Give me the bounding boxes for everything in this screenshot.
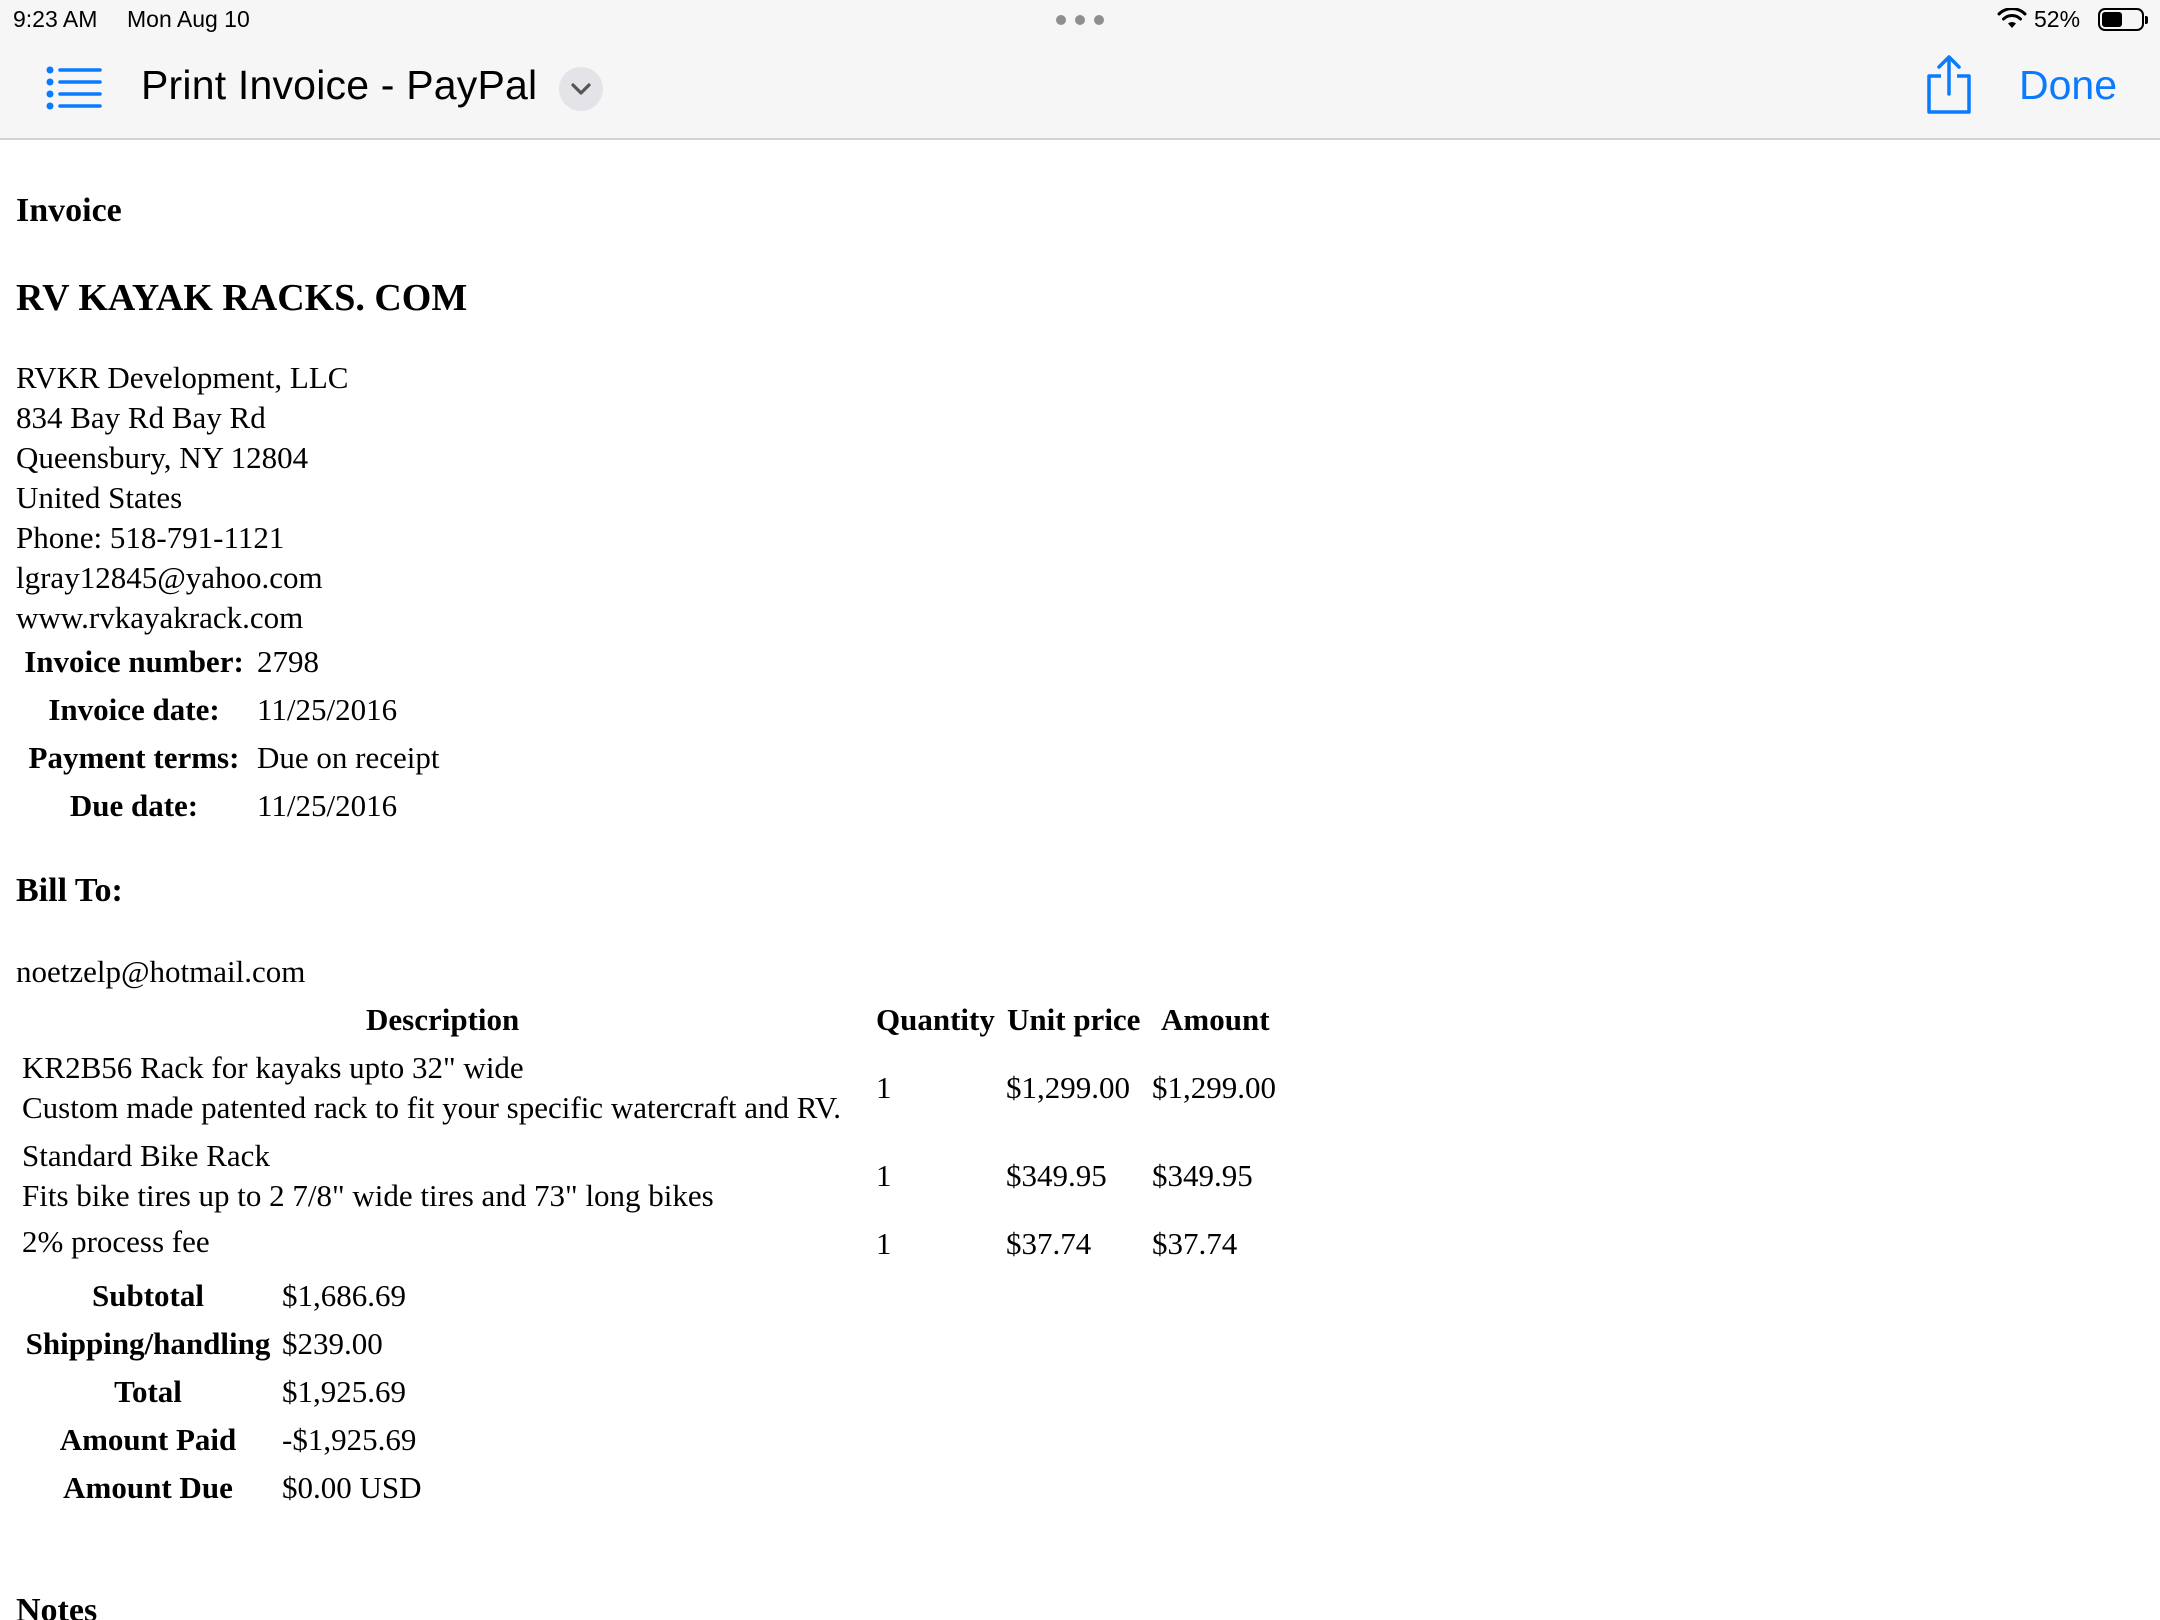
done-button[interactable]: Done — [2019, 62, 2117, 109]
item-unit-price: $349.95 — [1006, 1158, 1107, 1193]
address-line: Queensbury, NY 12804 — [16, 440, 309, 475]
payment-terms-label: Payment terms: — [28, 740, 240, 775]
title-menu-button[interactable] — [559, 67, 603, 111]
item-unit-price: $37.74 — [1006, 1226, 1092, 1261]
col-header-description: Description — [366, 1002, 520, 1037]
table-row-description: KR2B56 Rack for kayaks upto 32" wide Cus… — [22, 1048, 841, 1128]
col-header-unit-price: Unit price — [1007, 1002, 1141, 1037]
item-amount: $37.74 — [1152, 1226, 1238, 1261]
invoice-date-label: Invoice date: — [48, 692, 220, 727]
invoice-number-label: Invoice number: — [24, 644, 244, 679]
subtotal-value: $1,686.69 — [282, 1278, 406, 1313]
multitasking-dots-icon[interactable] — [1056, 15, 1104, 25]
total-value: $1,925.69 — [282, 1374, 406, 1409]
invoice-number-value: 2798 — [257, 644, 319, 679]
item-amount: $349.95 — [1152, 1158, 1253, 1193]
invoice-heading: Invoice — [16, 192, 122, 229]
status-time: 9:23 AM — [13, 6, 98, 32]
col-header-quantity: Quantity — [876, 1002, 995, 1037]
address-line: United States — [16, 480, 183, 515]
amount-due-label: Amount Due — [63, 1470, 233, 1505]
item-quantity: 1 — [876, 1070, 892, 1105]
shipping-value: $239.00 — [282, 1326, 383, 1361]
col-header-amount: Amount — [1161, 1002, 1270, 1037]
item-quantity: 1 — [876, 1158, 892, 1193]
chevron-down-icon — [571, 83, 591, 95]
page-title: Print Invoice - PayPal — [141, 62, 538, 108]
table-row-description: Standard Bike Rack Fits bike tires up to… — [22, 1136, 714, 1216]
item-unit-price: $1,299.00 — [1006, 1070, 1130, 1105]
item-amount: $1,299.00 — [1152, 1070, 1276, 1105]
address-line: lgray12845@yahoo.com — [16, 560, 323, 595]
address-line: 834 Bay Rd Bay Rd — [16, 400, 266, 435]
due-date-value: 11/25/2016 — [257, 788, 398, 823]
bill-to-heading: Bill To: — [16, 872, 123, 909]
shipping-label: Shipping/handling — [25, 1326, 271, 1361]
item-detail: Fits bike tires up to 2 7/8" wide tires … — [22, 1178, 714, 1213]
payment-terms-value: Due on receipt — [257, 740, 440, 775]
status-bar: 9:23 AM Mon Aug 10 52% — [0, 0, 2160, 40]
amount-due-value: $0.00 USD — [282, 1470, 422, 1505]
total-label: Total — [114, 1374, 182, 1409]
item-name: KR2B56 Rack for kayaks upto 32" wide — [22, 1050, 524, 1085]
bill-to-email: noetzelp@hotmail.com — [16, 954, 306, 989]
battery-icon — [2098, 8, 2144, 31]
subtotal-label: Subtotal — [92, 1278, 204, 1313]
item-quantity: 1 — [876, 1226, 892, 1261]
due-date-label: Due date: — [69, 788, 199, 823]
battery-tip — [2145, 16, 2148, 24]
invoice-date-value: 11/25/2016 — [257, 692, 398, 727]
app-chrome: 9:23 AM Mon Aug 10 52% Print Invoice - P… — [0, 0, 2160, 140]
company-name: RV KAYAK RACKS. COM — [16, 277, 468, 319]
amount-paid-label: Amount Paid — [59, 1422, 237, 1457]
address-line: Phone: 518-791-1121 — [16, 520, 285, 555]
list-icon[interactable] — [44, 64, 104, 110]
item-name: Standard Bike Rack — [22, 1138, 270, 1173]
item-name: 2% process fee — [22, 1224, 210, 1259]
invoice-document: Invoice RV KAYAK RACKS. COM RVKR Develop… — [0, 142, 2160, 1620]
battery-percent: 52% — [2034, 6, 2081, 32]
address-line: RVKR Development, LLC — [16, 360, 349, 395]
notes-heading: Notes — [16, 1592, 98, 1620]
wifi-icon — [1997, 8, 2027, 28]
item-detail: Custom made patented rack to fit your sp… — [22, 1090, 842, 1125]
status-date: Mon Aug 10 — [127, 6, 250, 32]
amount-paid-value: -$1,925.69 — [282, 1422, 417, 1457]
address-line: www.rvkayakrack.com — [16, 600, 304, 635]
share-icon[interactable] — [1924, 54, 1974, 116]
company-address: RVKR Development, LLC 834 Bay Rd Bay Rd … — [16, 358, 348, 638]
toolbar: Print Invoice - PayPal Done — [0, 40, 2160, 140]
